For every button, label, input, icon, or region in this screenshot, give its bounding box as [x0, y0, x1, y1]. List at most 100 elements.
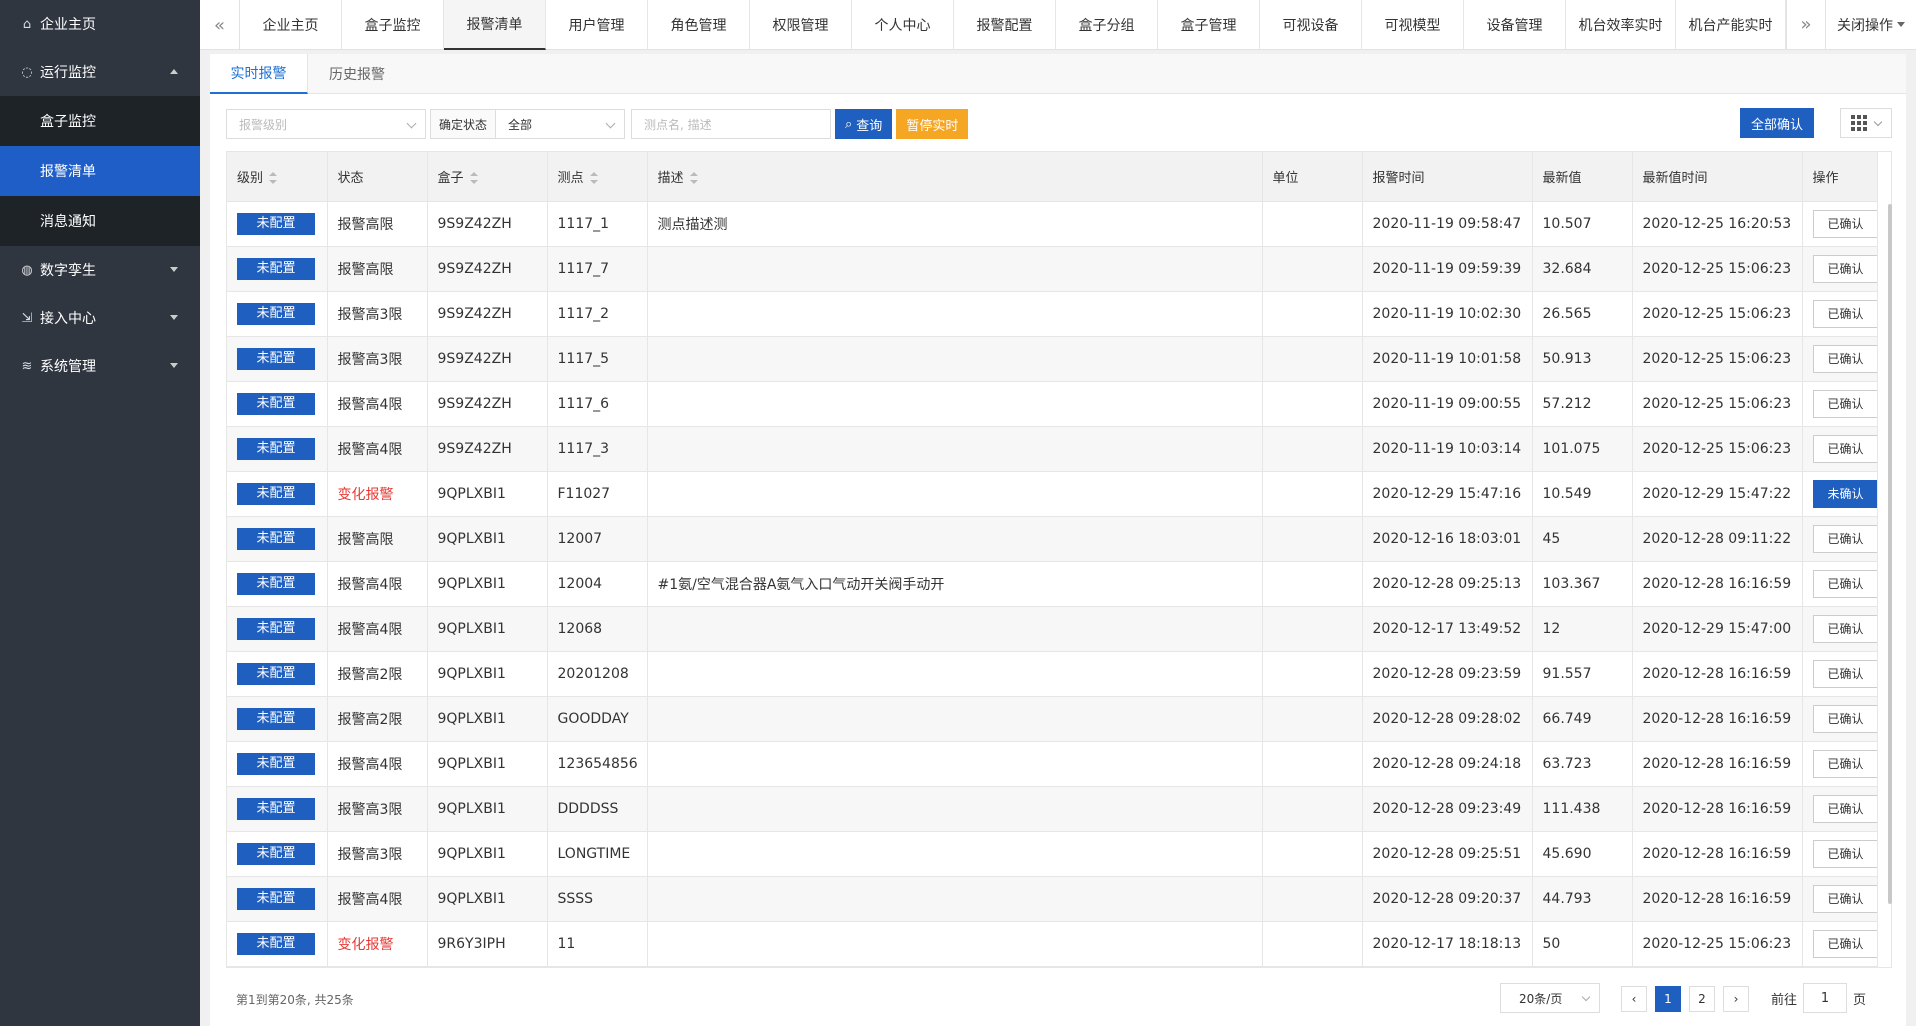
page-size-select[interactable]: 20条/页 — [1500, 983, 1600, 1013]
tab-visual-model[interactable]: 可视模型 — [1362, 0, 1464, 50]
col-header-desc[interactable]: 描述 — [647, 152, 1263, 202]
table-row: 未配置 报警高4限 9S9Z42ZH 1117_6 2020-11-19 09:00:5… — [227, 381, 1878, 427]
sidebar-item-monitor[interactable]: ◌ 运行监控 — [0, 48, 200, 96]
cell-point: DDDDSS — [547, 786, 648, 832]
confirm-button[interactable]: 已确认 — [1812, 614, 1876, 643]
query-button[interactable]: ⌕ 查询 — [835, 109, 893, 139]
sort-icon[interactable] — [589, 172, 598, 185]
confirm-button[interactable]: 已确认 — [1812, 524, 1876, 553]
tab-box-monitor[interactable]: 盒子监控 — [342, 0, 444, 50]
cell-latest-time-text: 2020-12-28 16:16:59 — [1642, 665, 1792, 682]
col-header-status: 状态 — [327, 152, 428, 202]
tab-box-mgmt[interactable]: 盒子管理 — [1158, 0, 1260, 50]
cell-point-text: DDDDSS — [557, 800, 619, 817]
confirm-button[interactable]: 已确认 — [1812, 839, 1876, 868]
next-page-button[interactable]: › — [1723, 986, 1749, 1012]
sidebar-item-home[interactable]: ⌂ 企业主页 — [0, 0, 200, 48]
tab-alarm-list[interactable]: 报警清单 — [444, 0, 546, 50]
sidebar-item-system[interactable]: ≋ 系统管理 — [0, 342, 200, 390]
sort-icon[interactable] — [689, 172, 698, 185]
page-button-2[interactable]: 2 — [1689, 986, 1715, 1012]
goto-page-input[interactable]: 1 — [1803, 983, 1848, 1013]
alarm-level-select[interactable]: 报警级别 — [226, 109, 426, 139]
tab-machine-efficiency[interactable]: 机台效率实时 — [1566, 0, 1676, 50]
pause-realtime-button[interactable]: 暂停实时 — [896, 109, 969, 139]
tab-box-group[interactable]: 盒子分组 — [1056, 0, 1158, 50]
cell-latest-time-text: 2020-12-29 15:47:22 — [1642, 485, 1792, 502]
cell-level: 未配置 — [227, 336, 328, 382]
sidebar-item-access-center[interactable]: ⇲ 接入中心 — [0, 294, 200, 342]
col-header-unit: 单位 — [1262, 152, 1363, 202]
confirm-button[interactable]: 已确认 — [1812, 884, 1876, 913]
cell-box: 9QPLXBI1 — [427, 831, 548, 877]
tab-personal-center[interactable]: 个人中心 — [852, 0, 954, 50]
level-badge: 未配置 — [237, 527, 315, 550]
confirm-button[interactable]: 已确认 — [1812, 659, 1876, 688]
cell-alarm-time: 2020-12-28 09:25:13 — [1362, 561, 1533, 607]
cell-status-text: 报警高4限 — [337, 576, 403, 593]
tab-user-mgmt[interactable]: 用户管理 — [546, 0, 648, 50]
confirm-button[interactable]: 已确认 — [1812, 929, 1876, 958]
page-button-1[interactable]: 1 — [1655, 986, 1681, 1012]
confirm-button[interactable]: 已确认 — [1812, 209, 1876, 238]
cell-latest-time: 2020-12-28 09:11:22 — [1632, 516, 1803, 562]
sidebar-item-label: 报警清单 — [40, 164, 96, 180]
tab-realtime-alarms[interactable]: 实时报警 — [210, 54, 308, 94]
sidebar-item-digital-twin[interactable]: ◍ 数字孪生 — [0, 246, 200, 294]
tab-alarm-config[interactable]: 报警配置 — [954, 0, 1056, 50]
confirm-button[interactable]: 未确认 — [1812, 479, 1876, 508]
cell-latest-value-text: 10.507 — [1542, 215, 1592, 232]
vertical-scrollbar[interactable] — [1888, 204, 1892, 904]
confirm-button[interactable]: 已确认 — [1812, 794, 1876, 823]
col-header-level[interactable]: 级别 — [227, 152, 328, 202]
tab-machine-capacity[interactable]: 机台产能实时 — [1676, 0, 1786, 50]
cell-alarm-time-text: 2020-12-16 18:03:01 — [1372, 530, 1522, 547]
col-header-box[interactable]: 盒子 — [427, 152, 548, 202]
cell-operation: 已确认 — [1802, 426, 1878, 472]
search-input[interactable]: 测点名, 描述 — [631, 109, 832, 139]
confirm-all-button[interactable]: 全部确认 — [1740, 108, 1814, 138]
tab-permission-mgmt[interactable]: 权限管理 — [750, 0, 852, 50]
cell-box-text: 9QPLXBI1 — [437, 800, 506, 817]
confirm-button[interactable]: 已确认 — [1812, 389, 1876, 418]
cell-box-text: 9QPLXBI1 — [437, 530, 506, 547]
cell-latest-time: 2020-12-28 16:16:59 — [1632, 741, 1803, 787]
tab-device-mgmt[interactable]: 设备管理 — [1464, 0, 1566, 50]
confirm-button[interactable]: 已确认 — [1812, 344, 1876, 373]
close-operations-menu[interactable]: 关闭操作 — [1826, 0, 1916, 49]
cell-level: 未配置 — [227, 246, 328, 292]
cell-point-text: 1117_5 — [557, 350, 610, 367]
sidebar-item-alarm-list[interactable]: 报警清单 — [0, 146, 200, 196]
cell-latest-time-text: 2020-12-28 16:16:59 — [1642, 755, 1792, 772]
confirm-button[interactable]: 已确认 — [1812, 749, 1876, 778]
sidebar-item-notifications[interactable]: 消息通知 — [0, 196, 200, 246]
cell-alarm-time-text: 2020-12-28 09:24:18 — [1372, 755, 1522, 772]
confirm-button[interactable]: 已确认 — [1812, 299, 1876, 328]
cell-box-text: 9S9Z42ZH — [437, 395, 512, 412]
confirm-status-label: 确定状态 — [430, 109, 496, 139]
sidebar-item-box-monitor[interactable]: 盒子监控 — [0, 96, 200, 146]
tab-visual-device[interactable]: 可视设备 — [1260, 0, 1362, 50]
prev-page-button[interactable]: ‹ — [1621, 986, 1647, 1012]
chevron-right-icon: › — [1733, 992, 1739, 1006]
level-badge: 未配置 — [237, 482, 315, 505]
confirm-button[interactable]: 已确认 — [1812, 569, 1876, 598]
sort-icon[interactable] — [469, 172, 478, 185]
confirm-status-select[interactable]: 全部 — [495, 109, 626, 139]
column-toggle-button[interactable] — [1840, 108, 1892, 138]
tab-history-alarms[interactable]: 历史报警 — [308, 54, 406, 94]
confirm-button[interactable]: 已确认 — [1812, 254, 1876, 283]
col-header-point[interactable]: 测点 — [547, 152, 648, 202]
confirm-button[interactable]: 已确认 — [1812, 434, 1876, 463]
tab-home[interactable]: 企业主页 — [240, 0, 342, 50]
cell-latest-time-text: 2020-12-28 16:16:59 — [1642, 845, 1792, 862]
cell-desc: 测点描述测 — [647, 201, 1263, 247]
cell-operation: 已确认 — [1802, 606, 1878, 652]
tab-role-mgmt[interactable]: 角色管理 — [648, 0, 750, 50]
sort-icon[interactable] — [269, 172, 278, 185]
cell-desc — [647, 381, 1263, 427]
confirm-button[interactable]: 已确认 — [1812, 704, 1876, 733]
tabs-scroll-right-icon[interactable]: » — [1786, 0, 1826, 49]
table-row: 未配置 报警高限 9S9Z42ZH 1117_7 2020-11-19 09:59:39… — [227, 246, 1878, 292]
tabs-scroll-left-icon[interactable]: « — [200, 0, 240, 50]
